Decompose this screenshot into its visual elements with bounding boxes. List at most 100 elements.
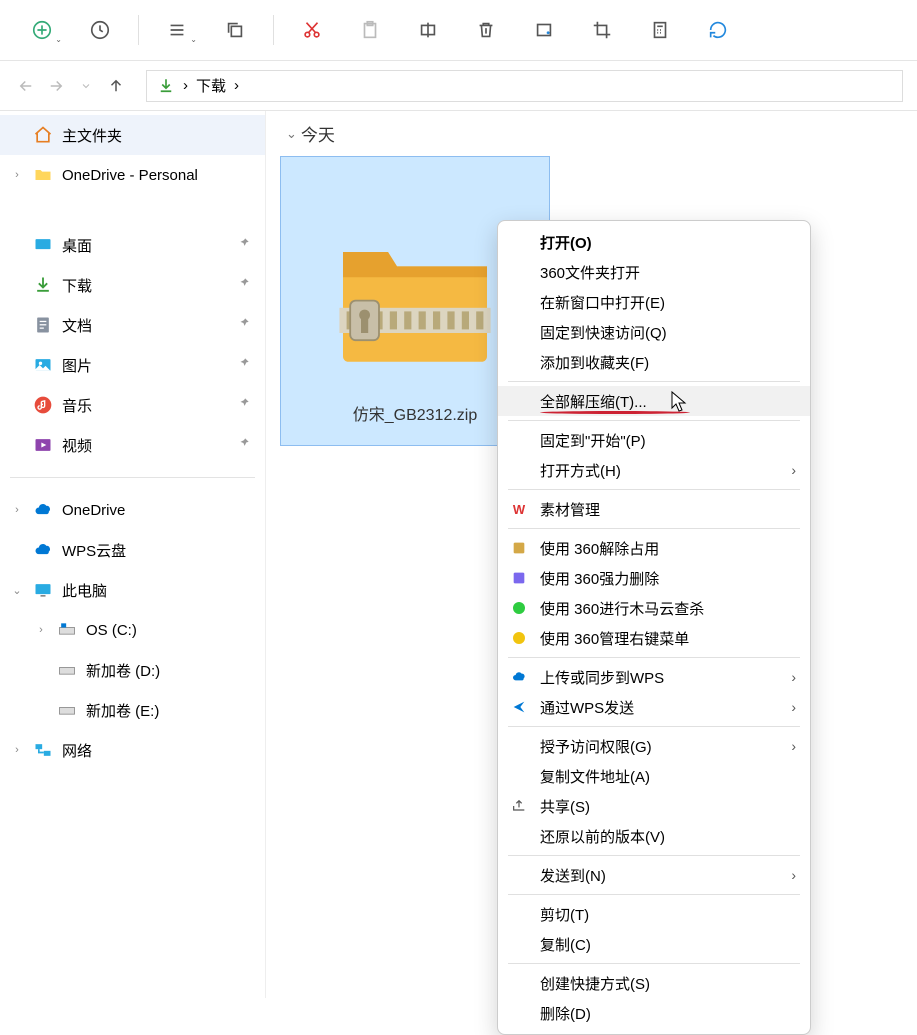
sidebar-item-drive-d[interactable]: 新加卷 (D:) (0, 650, 265, 690)
menu-360-trojan-scan[interactable]: 使用 360进行木马云查杀 (498, 593, 810, 623)
recent-dropdown[interactable] (74, 74, 98, 98)
menu-send-to[interactable]: 发送到(N)› (498, 860, 810, 890)
sidebar-item-drive-e[interactable]: 新加卷 (E:) (0, 690, 265, 730)
address-bar[interactable]: › 下载 › (146, 70, 903, 102)
menu-sync-wps[interactable]: 上传或同步到WPS› (498, 662, 810, 692)
sidebar-item-network[interactable]: › 网络 (0, 730, 265, 770)
manage-icon (510, 629, 528, 647)
submenu-icon: › (791, 699, 796, 715)
delete-button[interactable] (462, 10, 510, 50)
menu-restore-versions[interactable]: 还原以前的版本(V) (498, 821, 810, 851)
menu-extract-all[interactable]: 全部解压缩(T)... (498, 386, 810, 416)
menu-open-with[interactable]: 打开方式(H)› (498, 455, 810, 485)
breadcrumb-sep: › (183, 77, 188, 94)
send-icon (510, 698, 528, 716)
pin-icon (237, 316, 251, 334)
menu-material-manage[interactable]: W素材管理 (498, 494, 810, 524)
sidebar-item-label: 新加卷 (E:) (86, 700, 159, 721)
sidebar-item-label: 音乐 (62, 395, 92, 416)
sidebar-item-pictures[interactable]: 图片 (0, 345, 265, 385)
sidebar-item-onedrive-personal[interactable]: › OneDrive - Personal (0, 155, 265, 195)
paste-button[interactable] (346, 10, 394, 50)
menu-copy-address[interactable]: 复制文件地址(A) (498, 761, 810, 791)
onedrive-icon (32, 500, 54, 520)
menu-add-favorites[interactable]: 添加到收藏夹(F) (498, 347, 810, 377)
pictures-icon (32, 355, 54, 375)
sidebar-item-label: 文档 (62, 315, 92, 336)
menu-cut[interactable]: 剪切(T) (498, 899, 810, 929)
menu-separator (508, 657, 800, 658)
sidebar-item-videos[interactable]: 视频 (0, 425, 265, 465)
file-name: 仿宋_GB2312.zip (353, 401, 478, 425)
music-icon (32, 395, 54, 415)
menu-separator (508, 420, 800, 421)
share-icon (510, 797, 528, 815)
sidebar-item-downloads[interactable]: 下载 (0, 265, 265, 305)
group-label: 今天 (301, 121, 335, 146)
menu-grant-access[interactable]: 授予访问权限(G)› (498, 731, 810, 761)
menu-new-window[interactable]: 在新窗口中打开(E) (498, 287, 810, 317)
menu-360-unlock[interactable]: 使用 360解除占用 (498, 533, 810, 563)
cut-button[interactable] (288, 10, 336, 50)
sidebar-item-home[interactable]: 主文件夹 (0, 115, 265, 155)
sidebar-item-music[interactable]: 音乐 (0, 385, 265, 425)
sidebar-item-label: 视频 (62, 435, 92, 456)
sidebar-item-label: 主文件夹 (62, 125, 122, 146)
chevron-right-icon: › (10, 744, 24, 756)
rename-button[interactable] (404, 10, 452, 50)
menu-create-shortcut[interactable]: 创建快捷方式(S) (498, 968, 810, 998)
sidebar-item-label: OneDrive - Personal (62, 167, 198, 184)
calculator-button[interactable] (636, 10, 684, 50)
new-window-button[interactable] (520, 10, 568, 50)
scan-icon (510, 599, 528, 617)
menu-separator (508, 381, 800, 382)
sidebar-item-desktop[interactable]: 桌面 (0, 225, 265, 265)
view-button[interactable]: ⌄ (153, 10, 201, 50)
sidebar-item-wps-cloud[interactable]: WPS云盘 (0, 530, 265, 570)
separator (273, 15, 274, 45)
menu-send-wps[interactable]: 通过WPS发送› (498, 692, 810, 722)
menu-pin-quick-access[interactable]: 固定到快速访问(Q) (498, 317, 810, 347)
menu-copy[interactable]: 复制(C) (498, 929, 810, 959)
folder-icon (32, 165, 54, 185)
crop-button[interactable] (578, 10, 626, 50)
drive-icon (56, 660, 78, 680)
sidebar-item-thispc[interactable]: ⌄ 此电脑 (0, 570, 265, 610)
sidebar-item-osc[interactable]: › OS (C:) (0, 610, 265, 650)
menu-pin-start[interactable]: 固定到"开始"(P) (498, 425, 810, 455)
nav-bar: › 下载 › (0, 61, 917, 111)
pin-icon (237, 236, 251, 254)
desktop-icon (32, 235, 54, 255)
sidebar-item-label: 图片 (62, 355, 92, 376)
breadcrumb-sep: › (234, 77, 239, 94)
menu-separator (508, 489, 800, 490)
sidebar-item-documents[interactable]: 文档 (0, 305, 265, 345)
drive-icon (56, 700, 78, 720)
submenu-icon: › (791, 738, 796, 754)
back-button[interactable] (14, 74, 38, 98)
chevron-right-icon: › (34, 624, 48, 636)
menu-open[interactable]: 打开(O) (498, 227, 810, 257)
group-header[interactable]: ⌄ 今天 (280, 121, 903, 146)
menu-delete[interactable]: 删除(D) (498, 998, 810, 1028)
menu-separator (508, 894, 800, 895)
submenu-icon: › (791, 669, 796, 685)
chevron-right-icon: › (10, 169, 24, 181)
forward-button[interactable] (44, 74, 68, 98)
wps-cloud-icon (32, 540, 54, 560)
menu-360-force-delete[interactable]: 使用 360强力删除 (498, 563, 810, 593)
sidebar-item-label: WPS云盘 (62, 540, 126, 561)
clock-button[interactable] (76, 10, 124, 50)
pin-icon (237, 436, 251, 454)
copy-button[interactable] (211, 10, 259, 50)
document-icon (32, 315, 54, 335)
menu-360-manage-context[interactable]: 使用 360管理右键菜单 (498, 623, 810, 653)
up-button[interactable] (104, 74, 128, 98)
refresh-button[interactable] (694, 10, 742, 50)
new-button[interactable]: ⌄ (18, 10, 66, 50)
sidebar-item-onedrive[interactable]: › OneDrive (0, 490, 265, 530)
menu-share[interactable]: 共享(S) (498, 791, 810, 821)
network-icon (32, 740, 54, 760)
menu-360-open[interactable]: 360文件夹打开 (498, 257, 810, 287)
breadcrumb[interactable]: 下载 (196, 75, 226, 96)
